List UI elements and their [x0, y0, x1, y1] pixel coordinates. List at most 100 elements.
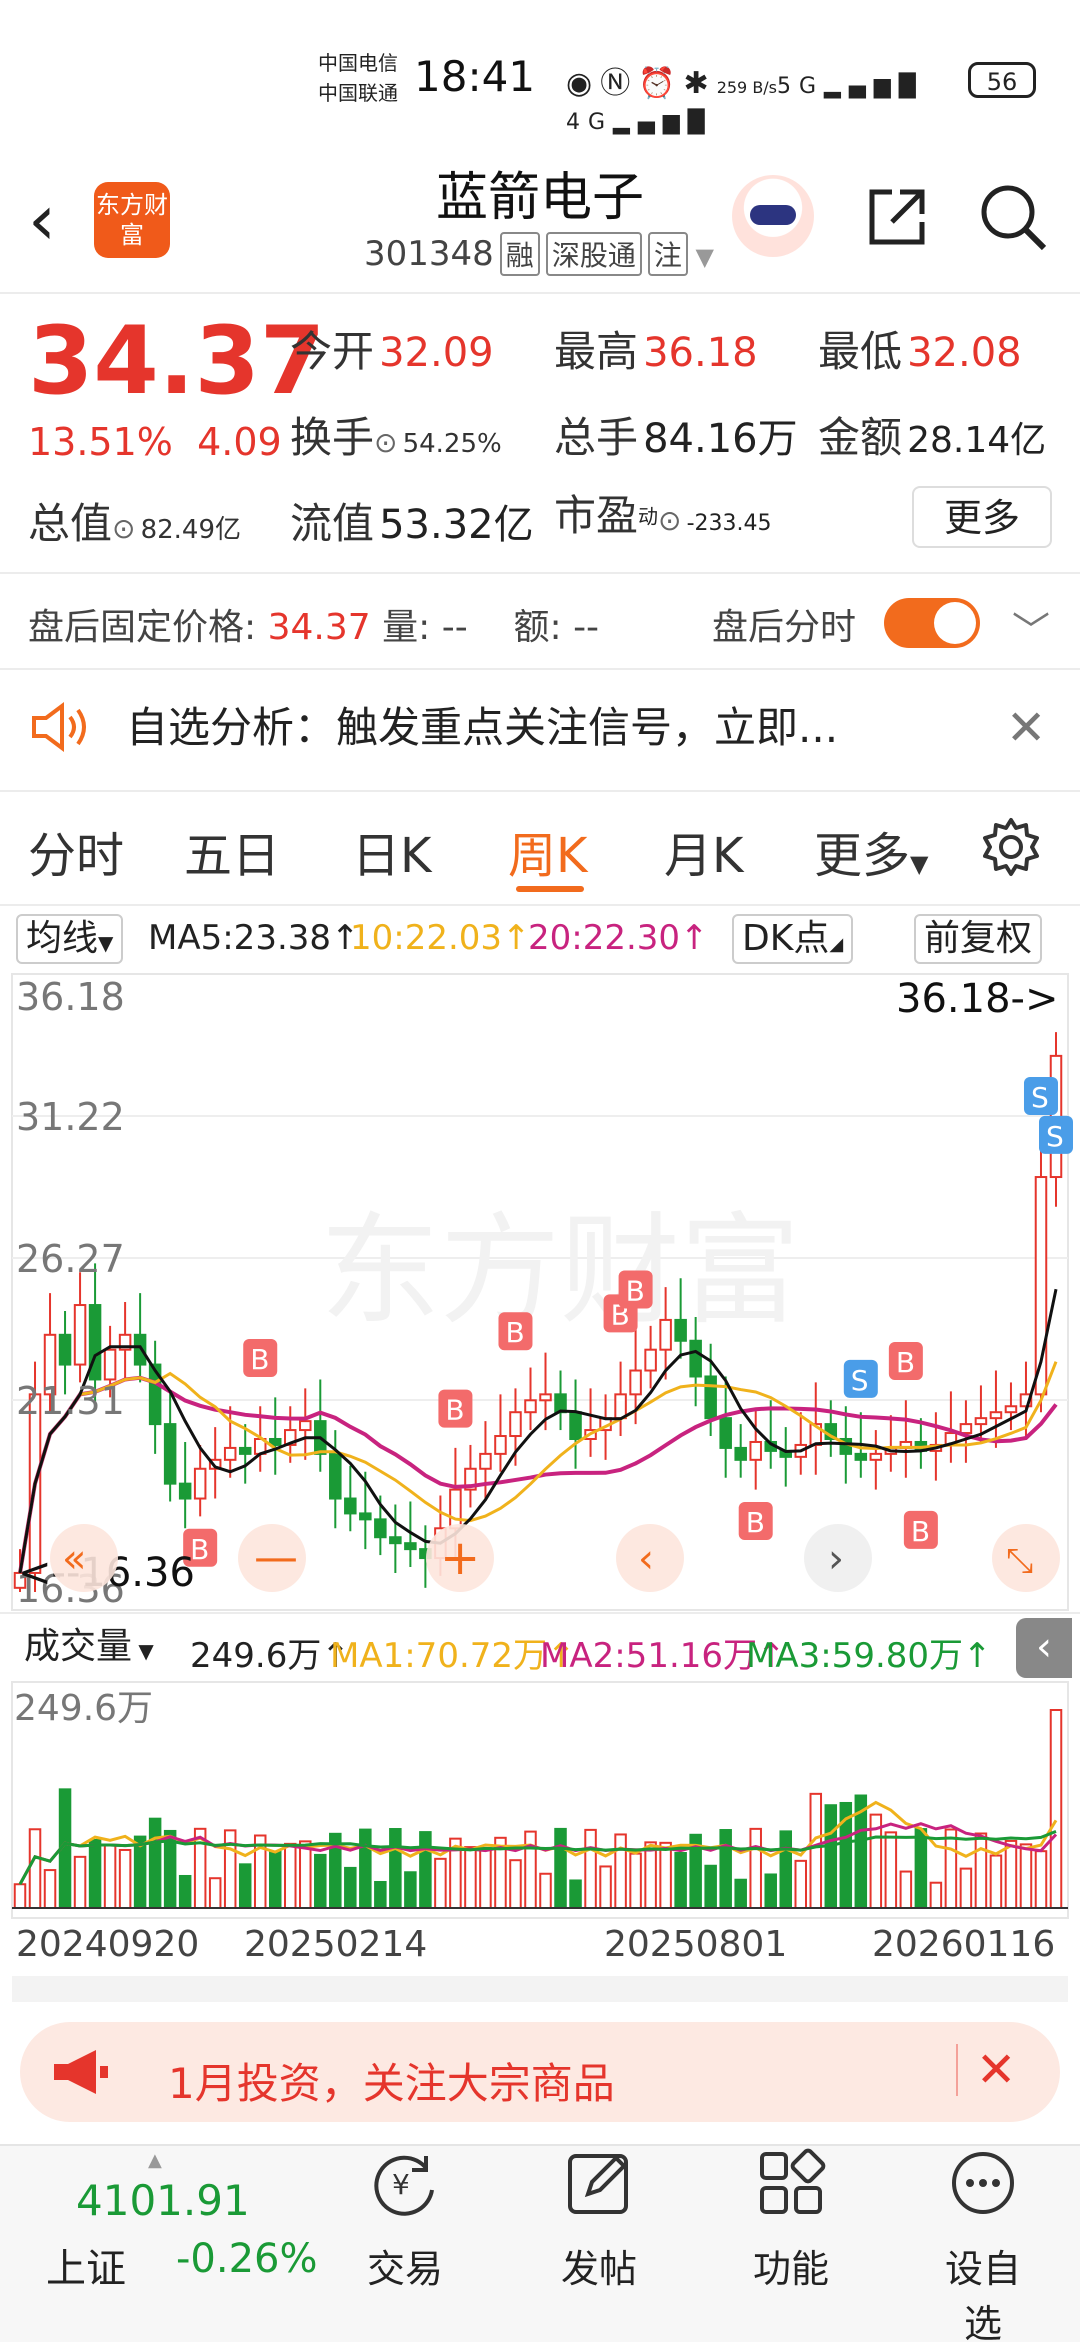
- volume-bar: [268, 1850, 282, 1909]
- info-dots-icon[interactable]: ⊙: [374, 426, 397, 459]
- share-icon[interactable]: [862, 182, 932, 252]
- promo-text[interactable]: 1月投资，关注大宗商品: [168, 2050, 615, 2111]
- volume-chart[interactable]: 249.6万: [0, 1680, 1080, 1920]
- high-value: 36.18: [643, 330, 758, 376]
- turnover-row[interactable]: 换手⊙ 54.25%: [290, 404, 502, 465]
- nav-functions[interactable]: 功能: [736, 2238, 846, 2293]
- zoom-out-button[interactable]: —: [238, 1524, 306, 1592]
- fullscreen-button[interactable]: ⤡: [992, 1524, 1060, 1592]
- volume-bar: [434, 1857, 447, 1910]
- candle-body: [238, 1446, 252, 1455]
- carrier-labels: 中国电信 中国联通: [318, 48, 398, 108]
- post-vol-label: 量:: [382, 607, 431, 648]
- signal-letter: B: [746, 1506, 765, 1539]
- eye-icon: ◉: [566, 66, 601, 101]
- post-amt-label: 额:: [513, 607, 562, 648]
- nav-post[interactable]: 发帖: [544, 2238, 654, 2293]
- svg-text:+: +: [440, 1530, 480, 1586]
- volume-bar: [554, 1827, 567, 1909]
- turnover-label: 换手: [290, 413, 375, 462]
- svg-text:«: «: [62, 1536, 86, 1582]
- gear-icon[interactable]: [980, 816, 1042, 878]
- candle-body: [389, 1536, 402, 1545]
- candle-body: [629, 1369, 642, 1396]
- candle-body: [58, 1333, 72, 1366]
- step-right-button[interactable]: ›: [804, 1524, 872, 1592]
- candle-body: [73, 1304, 87, 1366]
- volume-bar: [599, 1865, 612, 1910]
- signal-letter: S: [1046, 1120, 1064, 1153]
- banner-close-icon[interactable]: ✕: [976, 2042, 1016, 2098]
- candle-body: [404, 1542, 417, 1551]
- post-timeshare-label: 盘后分时: [712, 607, 857, 648]
- candle-body: [193, 1467, 207, 1500]
- volume-bar: [88, 1838, 102, 1909]
- compose-icon[interactable]: [564, 2148, 634, 2218]
- candle-body: [989, 1411, 1003, 1420]
- candle-body: [329, 1452, 342, 1500]
- index-change[interactable]: -0.26%: [176, 2236, 318, 2282]
- volume-select[interactable]: 成交量 ▼: [16, 1624, 162, 1674]
- index-name[interactable]: 上证: [46, 2236, 126, 2294]
- tab-more[interactable]: 更多▼: [814, 816, 928, 886]
- kline-chart[interactable]: 东方财富 BBBBBBBSBBSS 36.18 31.22 26.27 21.3…: [0, 972, 1080, 1612]
- zoom-in-button[interactable]: +: [426, 1524, 494, 1592]
- tab-five-day[interactable]: 五日: [184, 816, 280, 886]
- nav-add-watchlist[interactable]: 设自选: [928, 2238, 1038, 2348]
- ai-assistant-icon[interactable]: [732, 175, 814, 257]
- more-button[interactable]: 更多: [912, 486, 1052, 548]
- candle-body: [178, 1482, 192, 1500]
- grid-apps-icon[interactable]: [756, 2148, 826, 2218]
- stock-code-row[interactable]: 301348 融深股通注 ▼: [364, 232, 714, 276]
- open-row: 今开 32.09: [290, 318, 494, 379]
- ma-select[interactable]: 均线▼: [16, 914, 124, 964]
- dk-point-select[interactable]: DK点◢: [732, 914, 854, 964]
- notice-text[interactable]: 自选分析：触发重点关注信号，立即...: [126, 694, 838, 755]
- current-price: 34.37: [28, 307, 326, 416]
- dropdown-icon[interactable]: ▼: [688, 243, 713, 271]
- pe-row[interactable]: 市盈动⊙ -233.45: [554, 482, 772, 543]
- info-dots-icon[interactable]: ⊙: [658, 504, 681, 537]
- info-dots-icon[interactable]: ⊙: [112, 512, 135, 545]
- collapse-panel-icon[interactable]: ‹: [1016, 1618, 1072, 1678]
- tab-timeshare[interactable]: 分时: [28, 816, 124, 886]
- step-left-button[interactable]: ‹: [616, 1524, 684, 1592]
- tab-weekly-k[interactable]: 周K: [508, 816, 587, 886]
- candle-body: [163, 1423, 177, 1485]
- post-market-row: 盘后固定价格: 34.37 量: -- 额: --: [28, 598, 599, 650]
- tab-monthly-k[interactable]: 月K: [664, 816, 743, 886]
- volume-bar: [1049, 1709, 1063, 1909]
- adjust-select[interactable]: 前复权: [914, 914, 1043, 964]
- amount-row: 金额 28.14亿: [818, 404, 1046, 465]
- mktcap-row[interactable]: 总值⊙ 82.49亿: [28, 490, 241, 551]
- expand-caret-icon[interactable]: ▲: [148, 2150, 162, 2171]
- candle-body: [974, 1417, 988, 1426]
- tab-daily-k[interactable]: 日K: [352, 816, 431, 886]
- post-timeshare-toggle[interactable]: [884, 598, 980, 648]
- high-label: 最高: [554, 327, 639, 376]
- trade-icon[interactable]: ¥: [370, 2148, 440, 2218]
- scroll-left-button[interactable]: «: [50, 1524, 118, 1592]
- volume-bar: [539, 1872, 552, 1909]
- volume-bar: [1004, 1839, 1018, 1909]
- signal-letter: B: [911, 1515, 930, 1548]
- candle-body: [133, 1333, 147, 1366]
- signal-letter: B: [896, 1346, 915, 1379]
- ma20-value: 20:22.30↑: [528, 918, 709, 958]
- dropdown-icon: ▼: [98, 931, 114, 955]
- candle-body: [1004, 1405, 1018, 1414]
- more-dots-icon[interactable]: [948, 2148, 1018, 2218]
- close-icon[interactable]: ✕: [1006, 700, 1046, 756]
- nav-trade[interactable]: 交易: [350, 2238, 460, 2293]
- x-date-2: 20250214: [244, 1924, 428, 1965]
- volume-bar: [704, 1864, 717, 1910]
- volume-bar: [749, 1827, 762, 1909]
- candle-body: [299, 1420, 312, 1432]
- candle-body: [223, 1446, 237, 1461]
- chevron-down-icon[interactable]: ﹀: [1012, 600, 1050, 655]
- volume-bar: [118, 1848, 132, 1909]
- change-percent: 13.51%: [28, 420, 173, 464]
- search-icon[interactable]: [978, 182, 1048, 252]
- candle-body: [344, 1497, 357, 1515]
- index-value[interactable]: 4101.91: [76, 2176, 250, 2225]
